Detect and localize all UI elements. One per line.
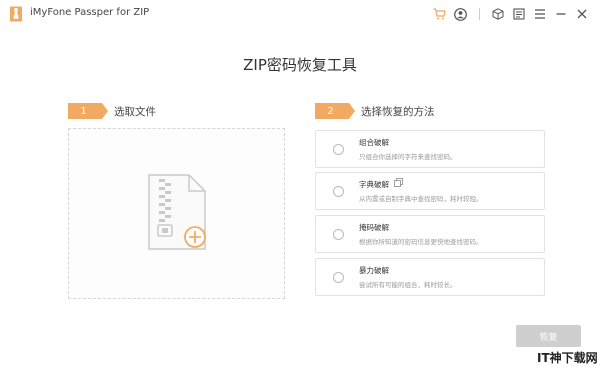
account-icon[interactable] (450, 4, 470, 24)
option-title: 字典破解 (359, 180, 389, 189)
option-title: 组合破解 (359, 138, 389, 147)
radio-button[interactable] (333, 229, 344, 240)
minimize-icon[interactable] (551, 4, 571, 24)
method-option-dictionary[interactable]: 字典破解 从内置或自制字典中查找密码，耗时较短。 (315, 172, 545, 210)
feedback-icon[interactable] (509, 4, 529, 24)
step-label: 选择恢复的方法 (361, 105, 435, 118)
radio-button[interactable] (333, 186, 344, 197)
step-select-file: 1 选取文件 (68, 103, 156, 119)
step-select-method: 2 选择恢复的方法 (315, 103, 435, 119)
radio-button[interactable] (333, 144, 344, 155)
method-option-combination[interactable]: 组合破解 只组合你选择的字符来查找密码。 (315, 130, 545, 168)
option-title: 暴力破解 (359, 266, 389, 275)
option-description: 从内置或自制字典中查找密码，耗时较短。 (359, 195, 483, 203)
method-option-mask[interactable]: 掩码破解 根据你所知道的密码信息更快地查找密码。 (315, 215, 545, 253)
file-drop-zone[interactable] (68, 128, 285, 299)
title-bar: iMyFone Passper for ZIP (0, 0, 600, 28)
recover-button[interactable]: 恢复 (516, 325, 581, 347)
box-icon[interactable] (488, 4, 508, 24)
dictionary-info-icon[interactable] (394, 178, 403, 187)
watermark: IT神下载网 (537, 351, 598, 365)
step-number: 2 (315, 103, 355, 119)
app-logo-icon (10, 6, 22, 22)
close-icon[interactable] (572, 4, 592, 24)
step-number: 1 (68, 103, 108, 119)
radio-button[interactable] (333, 272, 344, 283)
add-zip-file-icon[interactable] (147, 173, 215, 253)
option-description: 只组合你选择的字符来查找密码。 (359, 153, 457, 161)
app-title: iMyFone Passper for ZIP (30, 7, 150, 18)
toolbar-divider (479, 8, 480, 20)
option-description: 尝试所有可能的组合，耗时较长。 (359, 281, 457, 289)
menu-icon[interactable] (530, 4, 550, 24)
cart-icon[interactable] (429, 4, 449, 24)
page-title: ZIP密码恢复工具 (243, 56, 357, 74)
option-description: 根据你所知道的密码信息更快地查找密码。 (359, 238, 483, 246)
step-label: 选取文件 (114, 105, 156, 118)
method-option-brute-force[interactable]: 暴力破解 尝试所有可能的组合，耗时较长。 (315, 258, 545, 296)
option-title: 掩码破解 (359, 223, 389, 232)
